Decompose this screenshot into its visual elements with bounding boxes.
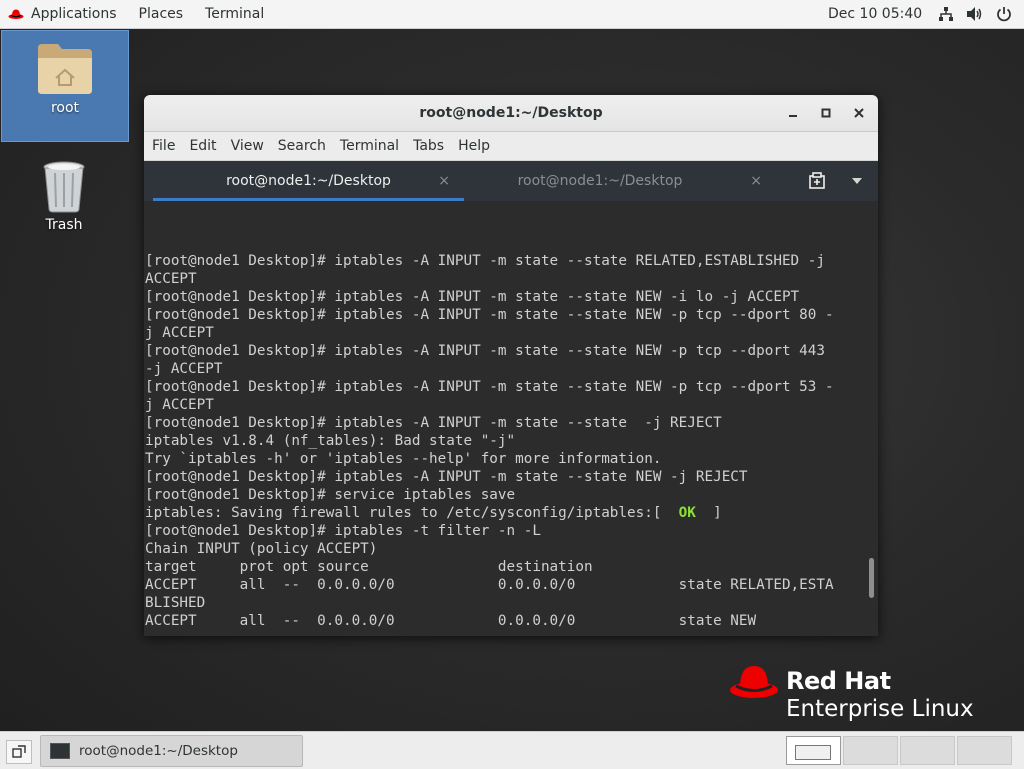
terminal-line: target prot opt source destination xyxy=(145,559,593,575)
taskbar-item-terminal[interactable]: root@node1:~/Desktop xyxy=(40,735,303,767)
terminal-line: BLISHED xyxy=(145,595,206,611)
terminal-line: [root@node1 Desktop]# service iptables s… xyxy=(145,487,516,503)
workspace-4[interactable] xyxy=(957,736,1012,765)
desktop-icon-label: Trash xyxy=(45,217,83,233)
terminal-lines: [root@node1 Desktop]# iptables -A INPUT … xyxy=(145,252,834,630)
tab-label: root@node1:~/Desktop xyxy=(226,173,391,189)
volume-icon[interactable] xyxy=(966,6,984,22)
minimize-button[interactable] xyxy=(784,104,802,122)
close-button[interactable] xyxy=(850,104,868,122)
tab-close-icon[interactable]: × xyxy=(438,161,450,201)
menu-edit[interactable]: Edit xyxy=(182,138,223,154)
terminal-line: [root@node1 Desktop]# iptables -A INPUT … xyxy=(145,289,800,305)
home-folder-icon xyxy=(38,44,92,94)
clock[interactable]: Dec 10 05:40 xyxy=(828,0,922,28)
terminal-line: [root@node1 Desktop]# iptables -A INPUT … xyxy=(145,469,748,485)
brand-line-1: Red Hat xyxy=(786,667,891,695)
maximize-icon xyxy=(821,108,831,118)
new-tab-icon xyxy=(809,172,825,189)
redhat-logo-icon xyxy=(8,9,24,19)
terminal-line: [root@node1 Desktop]# iptables -A INPUT … xyxy=(145,307,834,323)
terminal-line: j ACCEPT xyxy=(145,397,214,413)
tab-menu-chevron-down-icon[interactable] xyxy=(852,178,862,184)
terminal-line: [root@node1 Desktop]# iptables -t filter… xyxy=(145,523,541,539)
terminal-line: Try `iptables -h' or 'iptables --help' f… xyxy=(145,451,662,467)
bottom-panel: root@node1:~/Desktop xyxy=(0,731,1024,769)
terminal-app-menu[interactable]: Terminal xyxy=(194,0,275,28)
window-titlebar[interactable]: root@node1:~/Desktop xyxy=(144,95,878,132)
terminal-line-text: iptables: Saving firewall rules to /etc/… xyxy=(145,505,679,521)
desktop-icon-root[interactable]: root xyxy=(1,30,129,142)
trash-icon xyxy=(43,161,85,213)
network-icon[interactable] xyxy=(938,6,954,22)
terminal-line: ACCEPT all -- 0.0.0.0/0 0.0.0.0/0 state … xyxy=(145,613,757,629)
ok-status: OK xyxy=(678,505,696,521)
terminal-line: ACCEPT xyxy=(145,271,197,287)
workspace-2[interactable] xyxy=(843,736,898,765)
brand-line-2: Enterprise Linux xyxy=(786,696,974,722)
terminal-line: ACCEPT all -- 0.0.0.0/0 0.0.0.0/0 state … xyxy=(145,577,834,593)
workspace-1[interactable] xyxy=(786,736,841,765)
menu-terminal[interactable]: Terminal xyxy=(333,138,406,154)
menu-tabs[interactable]: Tabs xyxy=(406,138,451,154)
terminal-line: [root@node1 Desktop]# iptables -A INPUT … xyxy=(145,415,722,431)
places-menu[interactable]: Places xyxy=(128,0,195,28)
terminal-line-text: ] xyxy=(695,505,722,521)
maximize-button[interactable] xyxy=(817,104,835,122)
terminal-output[interactable]: [root@node1 Desktop]# iptables -A INPUT … xyxy=(144,201,878,636)
menu-file[interactable]: File xyxy=(144,138,182,154)
workspace-3[interactable] xyxy=(900,736,955,765)
system-tray[interactable] xyxy=(938,0,1012,28)
tab-2[interactable]: root@node1:~/Desktop × xyxy=(464,161,776,201)
terminal-line: iptables: Saving firewall rules to /etc/… xyxy=(145,504,834,522)
top-menu: Applications Places Terminal xyxy=(0,0,275,28)
tab-close-icon[interactable]: × xyxy=(750,161,762,201)
terminal-line: [root@node1 Desktop]# iptables -A INPUT … xyxy=(145,253,825,269)
minimize-icon xyxy=(789,115,797,117)
show-desktop-icon xyxy=(12,745,26,758)
taskbar-item-label: root@node1:~/Desktop xyxy=(79,743,238,759)
terminal-icon xyxy=(50,743,70,759)
power-icon[interactable] xyxy=(996,6,1012,22)
menu-search[interactable]: Search xyxy=(271,138,333,154)
top-panel: Applications Places Terminal Dec 10 05:4… xyxy=(0,0,1024,29)
window-title: root@node1:~/Desktop xyxy=(419,105,603,121)
terminal-line: -j ACCEPT xyxy=(145,361,223,377)
show-desktop-button[interactable] xyxy=(6,740,32,764)
applications-menu[interactable]: Applications xyxy=(0,0,128,28)
scrollbar-thumb[interactable] xyxy=(869,558,874,598)
applications-label: Applications xyxy=(31,6,117,22)
menu-help[interactable]: Help xyxy=(451,138,497,154)
terminal-line: Chain INPUT (policy ACCEPT) xyxy=(145,541,378,557)
terminal-window[interactable]: root@node1:~/Desktop File Edit View Sear… xyxy=(144,95,878,636)
terminal-line: j ACCEPT xyxy=(145,325,214,341)
terminal-line: [root@node1 Desktop]# iptables -A INPUT … xyxy=(145,343,825,359)
terminal-line: iptables v1.8.4 (nf_tables): Bad state "… xyxy=(145,433,516,449)
menu-view[interactable]: View xyxy=(224,138,271,154)
new-tab-button[interactable] xyxy=(808,172,826,194)
terminal-line: [root@node1 Desktop]# iptables -A INPUT … xyxy=(145,379,834,395)
desktop-icon-label: root xyxy=(50,100,80,116)
tab-1[interactable]: root@node1:~/Desktop × xyxy=(153,161,464,201)
tab-label: root@node1:~/Desktop xyxy=(517,173,683,189)
desktop-icon-trash[interactable]: Trash xyxy=(1,155,127,240)
tab-bar: root@node1:~/Desktop × root@node1:~/Desk… xyxy=(144,161,878,201)
menubar: File Edit View Search Terminal Tabs Help xyxy=(144,132,878,161)
close-icon xyxy=(854,108,864,118)
redhat-logo-icon xyxy=(730,666,778,698)
